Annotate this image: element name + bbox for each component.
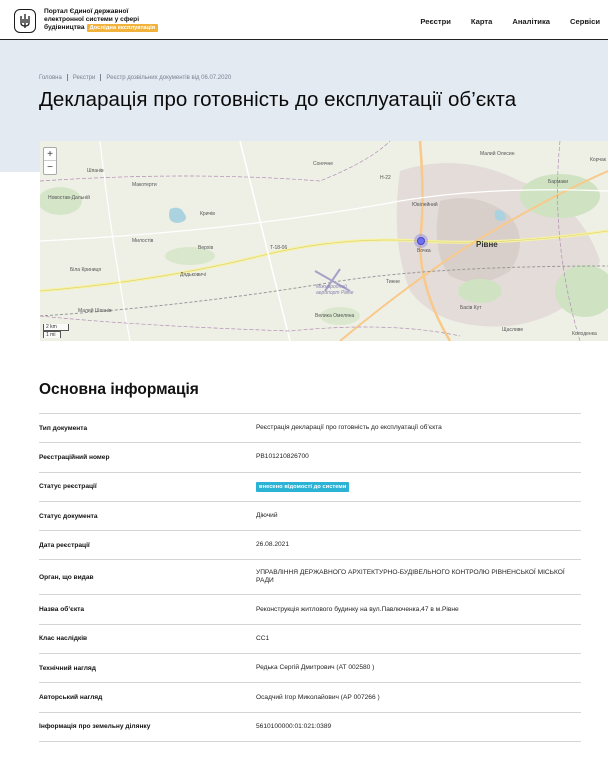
info-value: внесено відомості до системи xyxy=(256,481,581,492)
info-key: Технічний нагляд xyxy=(39,664,96,672)
info-row: Технічний нагляд Редька Сергій Дмитрович… xyxy=(39,654,581,684)
map-label: Малий Шпанів xyxy=(78,308,112,314)
map-city-label: Рівне xyxy=(476,240,498,249)
info-row: Клас наслідків СС1 xyxy=(39,625,581,655)
info-value: РВ101210826700 xyxy=(256,453,309,461)
info-key: Назва об’єкта xyxy=(39,606,85,614)
map-label: Біла Криниця xyxy=(70,267,102,273)
trident-logo-icon[interactable] xyxy=(14,9,36,33)
map-airport-label: Міжнародний аеропорт Рівне xyxy=(316,284,354,296)
map-label: Бармаки xyxy=(548,179,569,185)
info-row: Назва об’єкта Реконструкція житлового бу… xyxy=(39,595,581,625)
location-marker-icon[interactable] xyxy=(414,234,428,248)
map-zoom-control: + − xyxy=(43,147,57,175)
info-key: Авторський нагляд xyxy=(39,694,103,702)
info-table: Тип документа Реєстрація декларації про … xyxy=(39,413,581,742)
map-label: Ювілейний xyxy=(412,202,438,208)
main-nav: Реєстри Карта Аналітика Сервіси xyxy=(420,17,600,26)
map-tiles xyxy=(40,141,608,341)
info-value: Діючий xyxy=(256,512,278,520)
map-label: Корчак xyxy=(590,157,606,163)
info-key: Статус реєстрації xyxy=(39,483,97,491)
info-value: 5610100000:01:021:0389 xyxy=(256,722,332,730)
breadcrumb-separator xyxy=(66,74,68,81)
info-key: Реєстраційний номер xyxy=(39,453,110,461)
section-title: Основна інформація xyxy=(39,381,199,398)
info-row: Тип документа Реєстрація декларації про … xyxy=(39,414,581,444)
info-value: Реконструкція житлового будинку на вул.П… xyxy=(256,605,459,613)
info-value: Реєстрація декларації про готовність до … xyxy=(256,424,442,432)
info-key: Тип документа xyxy=(39,424,88,432)
map-label: Вочка xyxy=(417,248,431,254)
status-badge: внесено відомості до системи xyxy=(256,481,350,492)
map-label: Тинне xyxy=(386,279,400,285)
info-key: Клас наслідків xyxy=(39,635,88,643)
nav-registries[interactable]: Реєстри xyxy=(420,17,451,26)
info-value: СС1 xyxy=(256,634,270,642)
breadcrumb-home[interactable]: Головна xyxy=(39,75,62,81)
info-key: Орган, що видав xyxy=(39,573,94,581)
nav-services[interactable]: Сервіси xyxy=(570,17,600,26)
beta-badge: Дослідна експлуатація xyxy=(86,24,159,32)
info-key: Статус документа xyxy=(39,512,98,520)
map-label: H-22 xyxy=(380,175,391,181)
map-label: Колоденка xyxy=(572,331,597,337)
info-row: Статус реєстрації внесено відомості до с… xyxy=(39,473,581,502)
page-title: Декларація про готовність до експлуатаці… xyxy=(39,88,517,111)
nav-map[interactable]: Карта xyxy=(471,17,492,26)
map-label: Макотерти xyxy=(132,182,157,188)
map-label: Дядьковичі xyxy=(180,272,206,278)
scale-mi: 1 mi xyxy=(43,331,61,338)
scale-km: 2 km xyxy=(43,324,69,331)
info-row: Орган, що видав УПРАВЛІННЯ ДЕРЖАВНОГО АР… xyxy=(39,560,581,596)
portal-title[interactable]: Портал Єдиної державної електронної сист… xyxy=(44,8,164,32)
map-label: T-18-06 xyxy=(270,245,288,251)
info-key: Інформація про земельну ділянку xyxy=(39,723,151,731)
top-header: Портал Єдиної державної електронної сист… xyxy=(0,0,608,40)
info-row: Дата реєстрації 26.08.2021 xyxy=(39,531,581,561)
portal-title-line2: електронної системи у сфері xyxy=(44,16,140,23)
map-label: Верхів xyxy=(198,245,214,251)
info-row: Реєстраційний номер РВ101210826700 xyxy=(39,443,581,473)
location-map[interactable]: Шпанів Макотерти Новостав-Дальній Кричів… xyxy=(40,141,608,341)
info-row: Інформація про земельну ділянку 56101000… xyxy=(39,713,581,742)
map-label: Сонячне xyxy=(313,161,334,167)
breadcrumb-registry[interactable]: Реєстр дозвільних документів від 06.07.2… xyxy=(106,75,231,81)
map-label: Шпанів xyxy=(87,168,104,174)
map-label: Басів Кут xyxy=(460,305,482,311)
portal-title-line3: будівництва xyxy=(44,24,85,31)
map-label: Новостав-Дальній xyxy=(48,195,90,201)
zoom-in-button[interactable]: + xyxy=(44,148,56,161)
map-label: Велика Омеляна xyxy=(315,313,355,319)
info-row: Статус документа Діючий xyxy=(39,502,581,532)
breadcrumb: Головна Реєстри Реєстр дозвільних докуме… xyxy=(39,74,231,81)
map-label: Милостів xyxy=(132,238,154,244)
map-label: Щасливе xyxy=(502,327,524,333)
nav-analytics[interactable]: Аналітика xyxy=(512,17,550,26)
map-label: Малий Олесин xyxy=(480,151,515,157)
breadcrumb-separator xyxy=(100,74,102,81)
info-value: 26.08.2021 xyxy=(256,541,290,549)
zoom-out-button[interactable]: − xyxy=(44,161,56,174)
info-value: УПРАВЛІННЯ ДЕРЖАВНОГО АРХІТЕКТУРНО-БУДІВ… xyxy=(256,569,565,585)
breadcrumb-registries[interactable]: Реєстри xyxy=(73,75,96,81)
map-label: Кричів xyxy=(200,211,215,217)
map-scale: 2 km 1 mi xyxy=(43,324,69,338)
portal-title-line1: Портал Єдиної державної xyxy=(44,8,129,15)
info-row: Авторський нагляд Осадчий Ігор Миколайов… xyxy=(39,683,581,713)
info-key: Дата реєстрації xyxy=(39,541,90,549)
info-value: Осадчий Ігор Миколайович (АР 007266 ) xyxy=(256,693,380,701)
info-value: Редька Сергій Дмитрович (АТ 002580 ) xyxy=(256,664,375,672)
